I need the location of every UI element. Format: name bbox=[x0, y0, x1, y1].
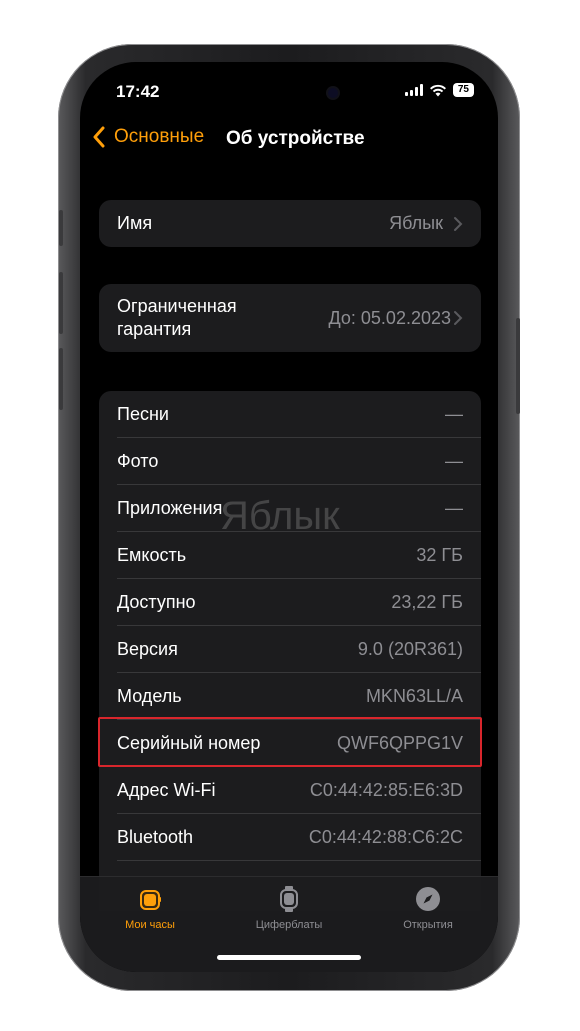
row-label: Песни bbox=[117, 404, 169, 424]
row-warranty[interactable]: Ограниченная гарантия До: 05.02.2023 bbox=[99, 284, 481, 352]
name-group: Имя Яблык bbox=[99, 200, 481, 247]
wifi-icon bbox=[429, 84, 446, 96]
row-value: C0:44:42:85:E6:3D bbox=[309, 780, 463, 800]
chevron-right-icon bbox=[454, 216, 463, 231]
back-label: Основные bbox=[114, 126, 205, 147]
info-row: Приложения — bbox=[99, 485, 481, 532]
battery-icon: 75 bbox=[452, 83, 474, 97]
volume-down-button bbox=[59, 348, 63, 410]
row-label: Адрес Wi-Fi bbox=[117, 780, 216, 800]
warranty-group: Ограниченная гарантия До: 05.02.2023 bbox=[99, 284, 481, 352]
row-value: — bbox=[445, 498, 463, 518]
info-row-serial-number: Серийный номер QWF6QPPG1V bbox=[99, 720, 481, 767]
cellular-signal-icon bbox=[404, 84, 423, 96]
tab-bar: Мои часы Циферблаты Открытия bbox=[80, 876, 498, 972]
info-row: Версия 9.0 (20R361) bbox=[99, 626, 481, 673]
row-label-line2: гарантия bbox=[117, 319, 192, 339]
tab-watch-faces[interactable]: Циферблаты bbox=[229, 885, 349, 931]
row-name[interactable]: Имя Яблык bbox=[99, 200, 481, 247]
row-label: Фото bbox=[117, 451, 159, 471]
row-label: Серийный номер bbox=[117, 733, 261, 753]
tab-my-watch[interactable]: Мои часы bbox=[90, 885, 210, 931]
watch-icon bbox=[140, 890, 161, 910]
tab-discover[interactable]: Открытия bbox=[368, 885, 488, 931]
info-row: Емкость 32 ГБ bbox=[99, 532, 481, 579]
row-value: 23,22 ГБ bbox=[391, 592, 463, 612]
row-value: 32 ГБ bbox=[416, 545, 463, 565]
action-button bbox=[59, 210, 63, 246]
row-label-line1: Ограниченная bbox=[117, 296, 237, 316]
tab-label: Циферблаты bbox=[255, 919, 323, 931]
row-label: Доступно bbox=[117, 592, 196, 612]
row-label: Bluetooth bbox=[117, 827, 194, 847]
row-label: Ограниченная гарантия bbox=[117, 295, 237, 341]
row-label: Модель bbox=[117, 686, 182, 706]
row-value: C0:44:42:88:C6:2C bbox=[308, 827, 463, 847]
info-row: Фото — bbox=[99, 438, 481, 485]
info-row: Адрес Wi-Fi C0:44:42:85:E6:3D bbox=[99, 767, 481, 814]
row-value: MKN63LL/A bbox=[365, 686, 463, 706]
back-button[interactable]: Основные bbox=[92, 126, 204, 148]
status-bar: 17:42 75 bbox=[80, 62, 498, 118]
divider bbox=[117, 860, 481, 861]
tab-label: Мои часы bbox=[125, 919, 175, 931]
row-value: 9.0 (20R361) bbox=[357, 639, 463, 659]
screen: 17:42 75 Основные Об устройстве Имя Яблы… bbox=[80, 62, 498, 972]
front-camera bbox=[328, 88, 338, 98]
status-icons: 75 bbox=[404, 83, 474, 97]
info-row: Доступно 23,22 ГБ bbox=[99, 579, 481, 626]
side-button bbox=[516, 318, 520, 414]
row-label: Емкость bbox=[117, 545, 187, 565]
row-label: Версия bbox=[117, 639, 178, 659]
volume-up-button bbox=[59, 272, 63, 334]
chevron-right-icon bbox=[454, 311, 463, 325]
row-value: — bbox=[445, 451, 463, 471]
info-row: Модель MKN63LL/A bbox=[99, 673, 481, 720]
home-indicator[interactable] bbox=[217, 955, 361, 960]
chevron-left-icon bbox=[93, 126, 105, 148]
row-value: — bbox=[445, 404, 463, 424]
page-title: Об устройстве bbox=[226, 128, 365, 149]
row-label: Приложения bbox=[117, 498, 223, 518]
row-value: QWF6QPPG1V bbox=[336, 733, 463, 753]
status-time: 17:42 bbox=[116, 82, 160, 101]
compass-icon bbox=[416, 887, 440, 911]
info-row: Песни — bbox=[99, 391, 481, 438]
row-value: Яблык bbox=[389, 213, 443, 233]
info-group: Песни — Фото — Приложения — Емкость 32 Г… bbox=[99, 391, 481, 911]
tab-label: Открытия bbox=[403, 919, 453, 931]
navigation-bar: Основные Об устройстве bbox=[80, 124, 498, 154]
watch-face-icon bbox=[280, 886, 298, 912]
row-label: Имя bbox=[117, 213, 153, 233]
row-value: До: 05.02.2023 bbox=[328, 307, 452, 328]
info-row: Bluetooth C0:44:42:88:C6:2C bbox=[99, 814, 481, 861]
